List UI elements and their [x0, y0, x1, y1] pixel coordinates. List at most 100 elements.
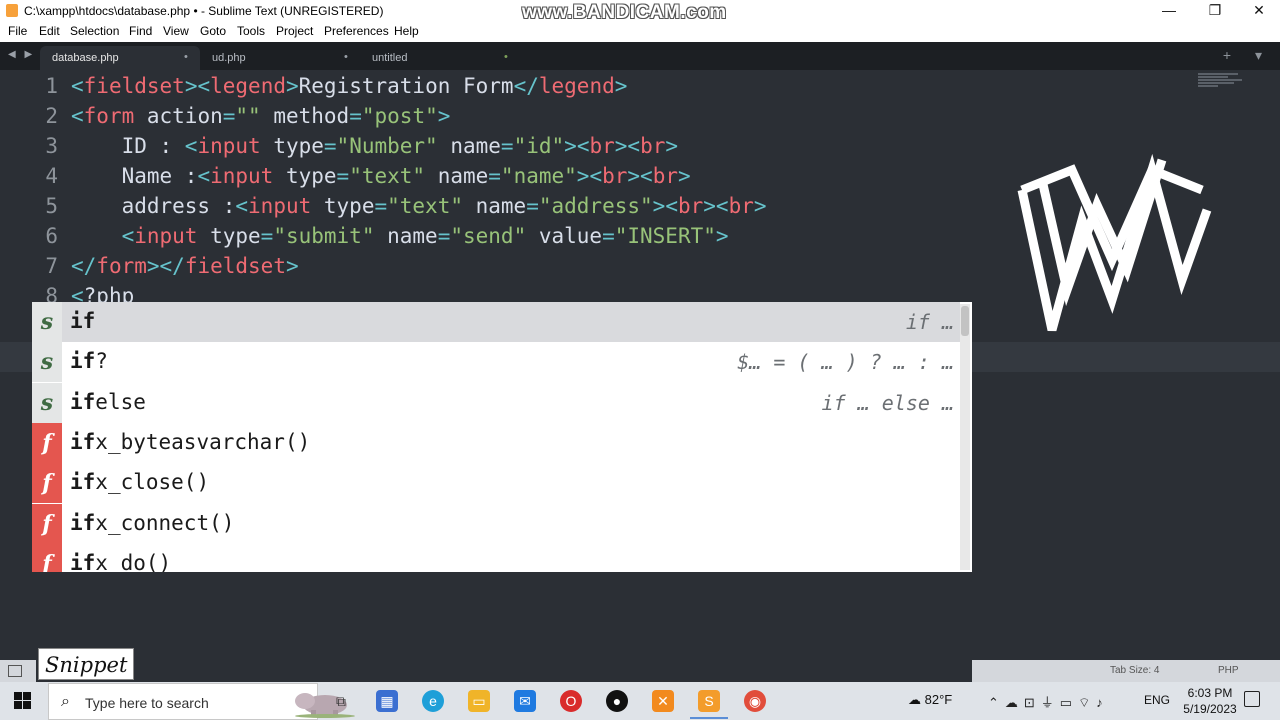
- channel-logo-watermark: [1017, 153, 1212, 332]
- menu-preferences[interactable]: Preferences: [324, 24, 389, 38]
- line-number: 1: [45, 74, 58, 98]
- xampp-icon[interactable]: ✕: [652, 690, 674, 712]
- line-number: 5: [45, 194, 58, 218]
- menu-find[interactable]: Find: [129, 24, 152, 38]
- autocomplete-item[interactable]: f ifx_do(): [32, 543, 960, 572]
- language-indicator[interactable]: ENG: [1144, 693, 1170, 707]
- maximize-button[interactable]: ❐: [1192, 0, 1238, 22]
- tab-label: ud.php: [212, 52, 246, 64]
- code-line[interactable]: <form action="" method="post">: [71, 104, 450, 128]
- code-line[interactable]: address :<input type="text" name="addres…: [71, 194, 767, 218]
- clock-time: 6:03 PM: [1187, 686, 1233, 700]
- autocomplete-hint: if …: [905, 310, 954, 334]
- menu-project[interactable]: Project: [276, 24, 313, 38]
- code-line[interactable]: ID : <input type="Number" name="id"><br>…: [71, 134, 678, 158]
- mail-icon[interactable]: ✉: [514, 690, 536, 712]
- menu-selection[interactable]: Selection: [70, 24, 119, 38]
- minimap[interactable]: [1198, 73, 1246, 89]
- windows-start-icon[interactable]: [14, 692, 32, 710]
- new-tab-icon[interactable]: + ▾: [1223, 47, 1272, 64]
- window-title: C:\xampp\htdocs\database.php • - Sublime…: [24, 4, 384, 18]
- windows-taskbar: ⌕ Type here to search ⧉ ▦ e ▭ ✉ O ● ✕ S …: [0, 682, 1280, 720]
- unsaved-dot-icon[interactable]: •: [184, 51, 188, 63]
- sublime-text-icon[interactable]: S: [698, 690, 720, 712]
- code-line[interactable]: Name :<input type="text" name="name"><br…: [71, 164, 691, 188]
- bandicam-record-icon[interactable]: ●: [606, 690, 628, 712]
- taskbar-clock[interactable]: 6:03 PM 5/19/2023: [1180, 685, 1240, 717]
- active-app-indicator: [690, 717, 728, 719]
- autocomplete-label: ifx_connect(): [70, 510, 235, 535]
- autocomplete-item[interactable]: f ifx_connect(): [32, 503, 960, 544]
- taskbar-search-box[interactable]: ⌕ Type here to search: [48, 683, 355, 720]
- function-kind-icon: f: [32, 503, 62, 544]
- tab-label: untitled: [372, 52, 408, 64]
- autocomplete-label: ifelse: [70, 389, 146, 414]
- autocomplete-label: ifx_do(): [70, 550, 172, 572]
- autocomplete-item[interactable]: s if? $… = ( … ) ? … : …: [32, 342, 960, 383]
- menu-view[interactable]: View: [163, 24, 189, 38]
- minimize-button[interactable]: —: [1146, 0, 1192, 22]
- snippet-tooltip: Snippet: [38, 648, 135, 680]
- file-explorer-icon[interactable]: ▭: [468, 690, 490, 712]
- code-line[interactable]: </form></fieldset>: [71, 254, 299, 278]
- tab-size-indicator[interactable]: Tab Size: 4: [1110, 665, 1159, 676]
- tab-untitled[interactable]: untitled •: [360, 46, 520, 70]
- clock-date: 5/19/2023: [1183, 702, 1237, 716]
- function-kind-icon: f: [32, 463, 62, 504]
- opera-browser-icon[interactable]: O: [560, 690, 582, 712]
- microsoft-store-icon[interactable]: ▦: [376, 690, 398, 712]
- tab-nav-arrows-icon[interactable]: ◀ ▶: [8, 49, 35, 60]
- sublime-app-icon: [6, 4, 18, 17]
- autocomplete-label: if: [70, 309, 96, 333]
- menu-goto[interactable]: Goto: [200, 24, 226, 38]
- unsaved-dot-icon[interactable]: •: [344, 51, 348, 63]
- tab-bar: ◀ ▶ database.php • ud.php • untitled • +…: [0, 42, 1280, 70]
- tab-database-php[interactable]: database.php •: [40, 46, 200, 70]
- syntax-indicator[interactable]: PHP: [1218, 665, 1239, 676]
- autocomplete-item[interactable]: f ifx_close(): [32, 463, 960, 504]
- weather-temperature: 82°F: [924, 692, 953, 707]
- menu-help[interactable]: Help: [394, 24, 419, 38]
- autocomplete-item[interactable]: s ifelse if … else …: [32, 382, 960, 423]
- close-button[interactable]: ✕: [1236, 0, 1280, 22]
- autocomplete-label: ifx_close(): [70, 470, 210, 495]
- line-number: 6: [45, 224, 58, 248]
- autocomplete-label: ifx_byteasvarchar(): [70, 429, 311, 454]
- autocomplete-label: if?: [70, 349, 108, 374]
- menu-bar: File Edit Selection Find View Goto Tools…: [0, 22, 1280, 42]
- snippet-kind-icon: s: [32, 302, 62, 342]
- menu-edit[interactable]: Edit: [39, 24, 60, 38]
- system-tray-icons[interactable]: ⌃☁⊡⏚▭⌔♪: [988, 692, 1109, 711]
- line-number: 4: [45, 164, 58, 188]
- autocomplete-item[interactable]: s if if …: [32, 302, 960, 342]
- search-icon: ⌕: [61, 693, 70, 710]
- weather-widget[interactable]: ☁ 82°F: [908, 692, 952, 708]
- snippet-kind-icon: s: [32, 382, 62, 423]
- snippet-kind-icon: s: [32, 342, 62, 383]
- line-number: 3: [45, 134, 58, 158]
- autocomplete-item[interactable]: f ifx_byteasvarchar(): [32, 422, 960, 463]
- function-kind-icon: f: [32, 422, 62, 463]
- scrollbar-thumb[interactable]: [961, 306, 969, 336]
- menu-tools[interactable]: Tools: [237, 24, 265, 38]
- autocomplete-popup[interactable]: s if if … s if? $… = ( … ) ? … : … s ifelse if ……: [32, 302, 972, 572]
- panel-toggle-icon[interactable]: [8, 665, 22, 677]
- tab-ud-php[interactable]: ud.php •: [200, 46, 360, 70]
- menu-file[interactable]: File: [8, 24, 27, 38]
- code-line[interactable]: <fieldset><legend>Registration Form</leg…: [71, 74, 627, 98]
- recording-watermark: www.BANDICAM.com: [522, 2, 727, 23]
- autocomplete-scrollbar[interactable]: [960, 304, 970, 570]
- status-left-area: [36, 660, 972, 682]
- line-number: 7: [45, 254, 58, 278]
- task-view-icon[interactable]: ⧉: [330, 690, 352, 712]
- notifications-icon[interactable]: [1244, 691, 1260, 707]
- unsaved-dot-icon[interactable]: •: [504, 51, 508, 63]
- tab-label: database.php: [52, 52, 119, 64]
- edge-browser-icon[interactable]: e: [422, 690, 444, 712]
- chrome-browser-icon[interactable]: ◉: [744, 690, 766, 712]
- status-bar: Tab Size: 4 PHP: [0, 660, 1280, 682]
- code-line[interactable]: <input type="submit" name="send" value="…: [71, 224, 729, 248]
- line-number: 2: [45, 104, 58, 128]
- autocomplete-hint: $… = ( … ) ? … : …: [737, 350, 954, 375]
- function-kind-icon: f: [32, 543, 62, 572]
